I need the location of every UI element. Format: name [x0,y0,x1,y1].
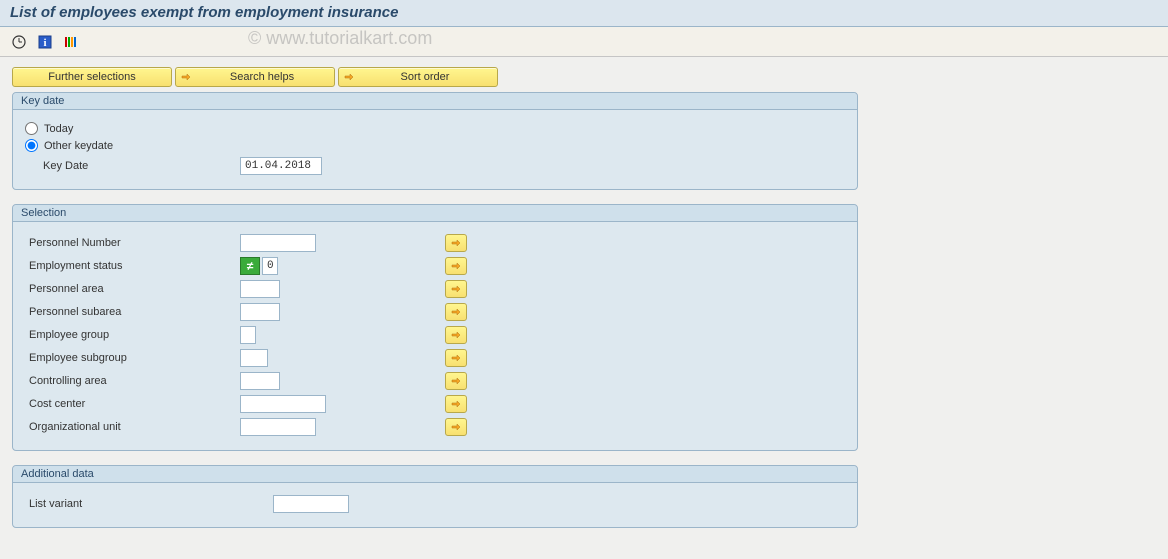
personnel-subarea-input[interactable] [240,303,280,321]
personnel-area-multisel-button[interactable] [445,280,467,298]
cost-center-input[interactable] [240,395,326,413]
execute-icon[interactable] [10,33,28,51]
today-radio-label: Today [44,123,73,135]
selection-header: Selection [13,205,857,222]
list-variant-label: List variant [25,498,273,510]
organizational-unit-label: Organizational unit [25,421,240,433]
personnel-number-row: Personnel Number [25,233,845,253]
search-helps-label: Search helps [198,71,326,83]
cost-center-multisel-button[interactable] [445,395,467,413]
personnel-area-input[interactable] [240,280,280,298]
employment-status-input[interactable] [262,257,278,275]
key-date-field-row: Key Date [25,156,845,176]
personnel-subarea-row: Personnel subarea [25,302,845,322]
cost-center-row: Cost center [25,394,845,414]
other-keydate-radio-label: Other keydate [44,140,113,152]
other-keydate-radio-row[interactable]: Other keydate [25,139,845,152]
info-icon[interactable]: i [36,33,54,51]
personnel-number-input[interactable] [240,234,316,252]
employment-status-row: Employment status ≠ [25,256,845,276]
svg-text:i: i [43,37,46,49]
today-radio-row[interactable]: Today [25,122,845,135]
additional-data-group: Additional data List variant [12,465,858,528]
employment-status-multisel-button[interactable] [445,257,467,275]
button-row: Further selections Search helps Sort ord… [12,67,1156,87]
list-variant-input[interactable] [273,495,349,513]
sort-order-button[interactable]: Sort order [338,67,498,87]
list-variant-row: List variant [25,494,845,514]
employee-group-row: Employee group [25,325,845,345]
controlling-area-multisel-button[interactable] [445,372,467,390]
personnel-number-label: Personnel Number [25,237,240,249]
sort-order-label: Sort order [361,71,489,83]
title-bar: List of employees exempt from employment… [0,0,1168,27]
organizational-unit-input[interactable] [240,418,316,436]
key-date-group: Key date Today Other keydate Key Date [12,92,858,190]
employee-group-label: Employee group [25,329,240,341]
controlling-area-row: Controlling area [25,371,845,391]
cost-center-label: Cost center [25,398,240,410]
search-helps-button[interactable]: Search helps [175,67,335,87]
today-radio[interactable] [25,122,38,135]
organizational-unit-row: Organizational unit [25,417,845,437]
controlling-area-input[interactable] [240,372,280,390]
employee-subgroup-label: Employee subgroup [25,352,240,364]
key-date-input[interactable] [240,157,322,175]
employee-group-input[interactable] [240,326,256,344]
additional-data-header: Additional data [13,466,857,483]
personnel-number-multisel-button[interactable] [445,234,467,252]
arrow-right-icon [180,71,192,83]
variant-icon[interactable] [62,33,80,51]
not-equal-icon[interactable]: ≠ [240,257,260,275]
further-selections-label: Further selections [48,71,135,83]
personnel-subarea-multisel-button[interactable] [445,303,467,321]
employee-subgroup-multisel-button[interactable] [445,349,467,367]
selection-group: Selection Personnel Number Employment st… [12,204,858,451]
arrow-right-icon [343,71,355,83]
employee-group-multisel-button[interactable] [445,326,467,344]
personnel-area-row: Personnel area [25,279,845,299]
employment-status-label: Employment status [25,260,240,272]
page-title: List of employees exempt from employment… [10,4,1158,21]
key-date-label: Key Date [25,160,240,172]
organizational-unit-multisel-button[interactable] [445,418,467,436]
app-toolbar: i [0,27,1168,57]
personnel-area-label: Personnel area [25,283,240,295]
personnel-subarea-label: Personnel subarea [25,306,240,318]
employee-subgroup-row: Employee subgroup [25,348,845,368]
key-date-header: Key date [13,93,857,110]
content-area: Further selections Search helps Sort ord… [0,57,1168,552]
employee-subgroup-input[interactable] [240,349,268,367]
controlling-area-label: Controlling area [25,375,240,387]
further-selections-button[interactable]: Further selections [12,67,172,87]
other-keydate-radio[interactable] [25,139,38,152]
